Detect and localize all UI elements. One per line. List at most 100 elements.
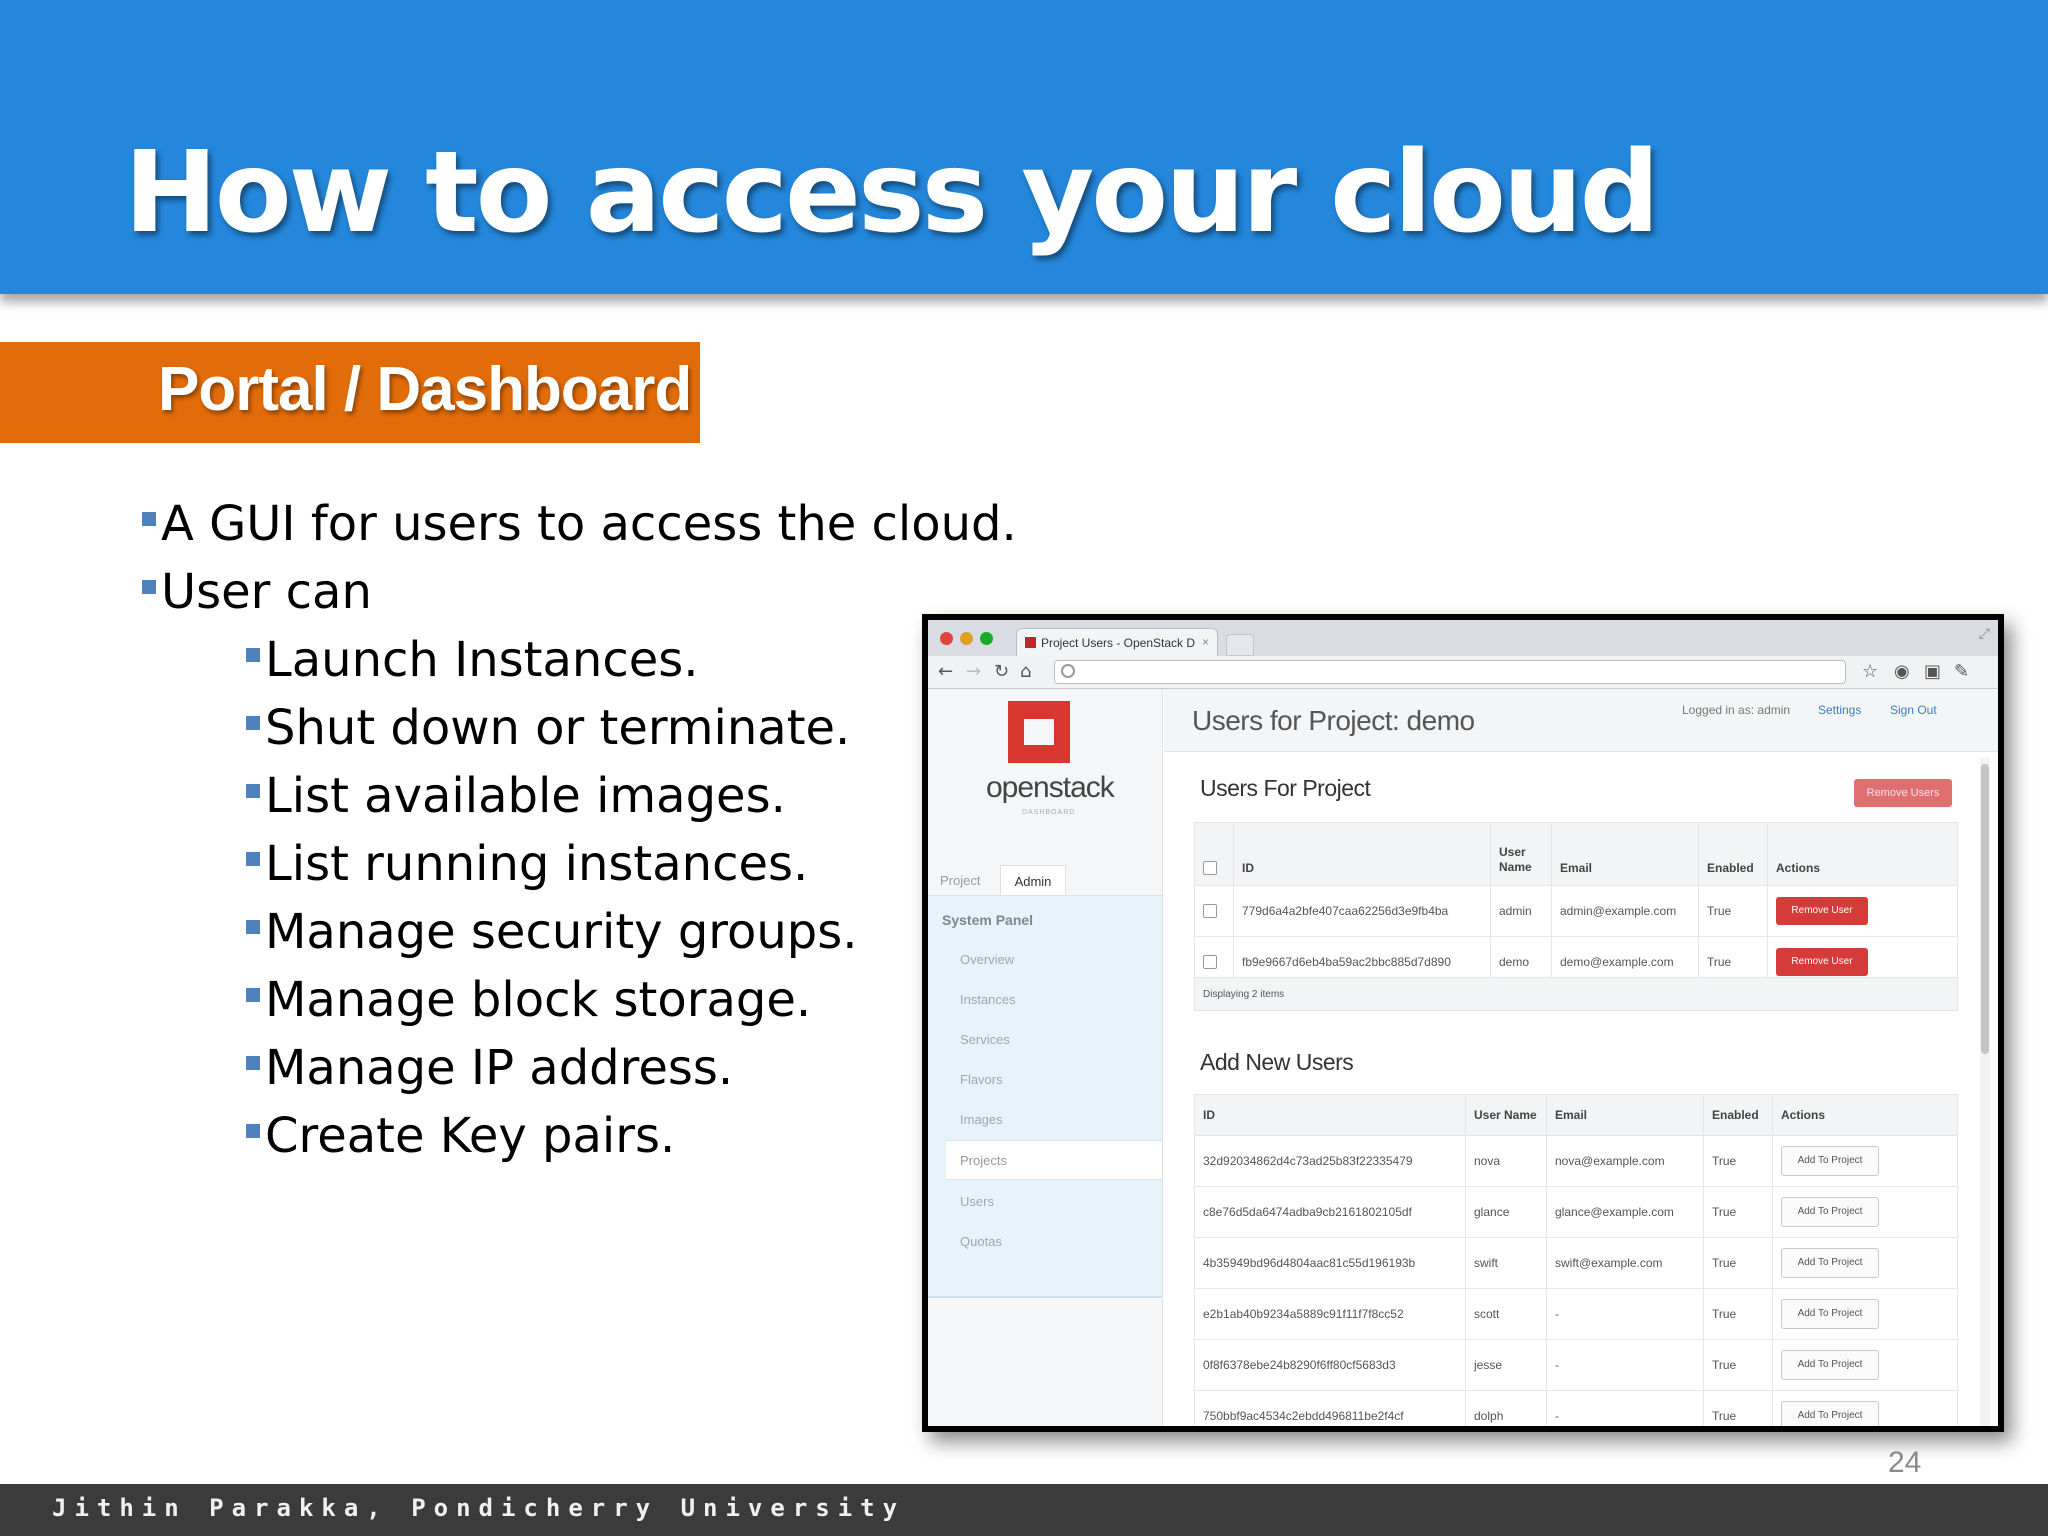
browser-tab[interactable]: Project Users - OpenStack D × — [1016, 628, 1218, 657]
user-name: admin — [1490, 885, 1552, 937]
add-to-project-button[interactable]: Add To Project — [1781, 1146, 1879, 1176]
fullscreen-icon[interactable]: ⤢ — [1979, 626, 1990, 642]
add-to-project-button[interactable]: Add To Project — [1781, 1197, 1879, 1227]
tab-admin[interactable]: Admin — [1000, 865, 1066, 895]
user-email: swift@example.com — [1546, 1237, 1704, 1289]
page-scrollbar[interactable] — [1980, 758, 1990, 1426]
star-icon[interactable]: ☆ — [1862, 661, 1878, 682]
tab-project[interactable]: Project — [940, 865, 1000, 895]
nav-item-services[interactable]: Services — [960, 1032, 1010, 1047]
sub-bullet-item: Shut down or terminate. — [246, 704, 850, 752]
nav-item-projects[interactable]: Projects — [946, 1140, 1162, 1180]
table-row: e2b1ab40b9234a5889c91f11f7f8cc52 scott -… — [1194, 1288, 1958, 1340]
user-enabled: True — [1703, 1288, 1773, 1340]
column-user-name: User Name — [1490, 822, 1552, 886]
row-checkbox[interactable] — [1203, 955, 1217, 970]
dashboard-screenshot: Project Users - OpenStack D × ⤢ ← → ↻ ⌂ … — [922, 614, 2004, 1432]
nav-item-images[interactable]: Images — [960, 1112, 1003, 1127]
table-row: 750bbf9ac4534c2ebdd496811be2f4cf dolph -… — [1194, 1390, 1958, 1426]
new-tab-button[interactable] — [1226, 634, 1254, 656]
dashboard-page: openstack DASHBOARD Project Admin System… — [928, 689, 1998, 1426]
table-row: c8e76d5da6474adba9cb2161802105df glance … — [1194, 1186, 1958, 1238]
browser-toolbar: ← → ↻ ⌂ ☆ ◉ ▣ ✎ — [928, 656, 1998, 689]
user-email: - — [1546, 1339, 1704, 1391]
user-email: - — [1546, 1288, 1704, 1340]
user-id: 4b35949bd96d4804aac81c55d196193b — [1194, 1237, 1466, 1289]
column-enabled: Enabled — [1698, 822, 1768, 886]
tab-close-icon[interactable]: × — [1202, 635, 1209, 649]
home-icon[interactable]: ⌂ — [1020, 661, 1031, 682]
address-bar[interactable] — [1054, 660, 1846, 684]
nav-item-quotas[interactable]: Quotas — [960, 1234, 1002, 1249]
logo-text: openstack — [986, 771, 1115, 804]
sign-out-link[interactable]: Sign Out — [1890, 703, 1937, 717]
user-email: nova@example.com — [1546, 1135, 1704, 1187]
settings-link[interactable]: Settings — [1818, 703, 1861, 717]
nav-item-overview[interactable]: Overview — [960, 952, 1014, 967]
user-enabled: True — [1703, 1186, 1773, 1238]
table-row: 0f8f6378ebe24b8290f6ff80cf5683d3 jesse -… — [1194, 1339, 1958, 1391]
user-enabled: True — [1703, 1339, 1773, 1391]
column-actions: Actions — [1767, 822, 1958, 886]
bullet-square-icon — [246, 988, 260, 1002]
user-email: - — [1546, 1390, 1704, 1426]
user-name: dolph — [1465, 1390, 1547, 1426]
table-row: 32d92034862d4c73ad25b83f22335479 nova no… — [1194, 1135, 1958, 1187]
page-number: 24 — [1888, 1446, 1922, 1479]
users-for-project-heading: Users For Project — [1200, 775, 1371, 801]
select-all-cell — [1194, 822, 1234, 886]
slide-title: How to access your cloud — [124, 128, 1660, 258]
title-band: How to access your cloud — [0, 0, 2048, 294]
dashboard-sidebar: openstack DASHBOARD Project Admin System… — [928, 689, 1163, 1426]
minimize-window-icon[interactable] — [960, 632, 973, 645]
extension-icon[interactable]: ◉ — [1894, 661, 1910, 682]
user-email: glance@example.com — [1546, 1186, 1704, 1238]
reload-icon[interactable]: ↻ — [994, 661, 1009, 682]
add-users-table: ID User Name Email Enabled Actions 32d92… — [1194, 1094, 1958, 1426]
bullet-square-icon — [142, 512, 156, 526]
zoom-window-icon[interactable] — [980, 632, 993, 645]
add-to-project-button[interactable]: Add To Project — [1781, 1299, 1879, 1329]
sub-bullet-item: Create Key pairs. — [246, 1112, 675, 1160]
user-id: 32d92034862d4c73ad25b83f22335479 — [1194, 1135, 1466, 1187]
close-window-icon[interactable] — [940, 632, 953, 645]
add-to-project-button[interactable]: Add To Project — [1781, 1350, 1879, 1380]
camera-icon[interactable]: ▣ — [1924, 661, 1941, 682]
openstack-logo-icon — [1008, 701, 1070, 763]
nav-item-instances[interactable]: Instances — [960, 992, 1016, 1007]
sub-bullet-item: List available images. — [246, 772, 786, 820]
bullet-square-icon — [142, 580, 156, 594]
footer-text: Jithin Parakka, Pondicherry University — [52, 1494, 906, 1522]
user-id: e2b1ab40b9234a5889c91f11f7f8cc52 — [1194, 1288, 1466, 1340]
system-panel-heading: System Panel — [942, 912, 1034, 928]
nav-item-flavors[interactable]: Flavors — [960, 1072, 1003, 1087]
remove-users-button[interactable]: Remove Users — [1854, 779, 1952, 807]
nav-item-users[interactable]: Users — [960, 1194, 994, 1209]
select-all-checkbox[interactable] — [1203, 861, 1217, 875]
section-title: Portal / Dashboard — [158, 355, 692, 424]
sub-bullet-item: List running instances. — [246, 840, 808, 888]
user-id: 750bbf9ac4534c2ebdd496811be2f4cf — [1194, 1390, 1466, 1426]
row-checkbox[interactable] — [1203, 904, 1217, 919]
bullet-square-icon — [246, 852, 260, 866]
add-to-project-button[interactable]: Add To Project — [1781, 1248, 1879, 1278]
sub-bullet-item: Manage block storage. — [246, 976, 811, 1024]
remove-user-button[interactable]: Remove User — [1776, 897, 1868, 925]
table-header-row: ID User Name Email Enabled Actions — [1194, 822, 1958, 886]
add-to-project-button[interactable]: Add To Project — [1781, 1401, 1879, 1426]
scrollbar-thumb[interactable] — [1981, 764, 1989, 1054]
bullet-square-icon — [246, 716, 260, 730]
add-new-users-heading: Add New Users — [1200, 1049, 1354, 1075]
back-icon[interactable]: ← — [938, 661, 953, 682]
remove-user-button[interactable]: Remove User — [1776, 948, 1868, 976]
browser-tab-bar: Project Users - OpenStack D × ⤢ — [928, 620, 1998, 657]
table-header-row: ID User Name Email Enabled Actions — [1194, 1094, 1958, 1136]
forward-icon[interactable]: → — [966, 661, 981, 682]
bullet-item: A GUI for users to access the cloud. — [142, 500, 1017, 548]
user-id: 779d6a4a2bfe407caa62256d3e9fb4ba — [1233, 885, 1491, 937]
user-email: admin@example.com — [1551, 885, 1699, 937]
column-id: ID — [1194, 1094, 1466, 1136]
page-title: Users for Project: demo — [1192, 705, 1475, 736]
wrench-icon[interactable]: ✎ — [1954, 661, 1969, 682]
displaying-count: Displaying 2 items — [1203, 989, 1285, 1000]
